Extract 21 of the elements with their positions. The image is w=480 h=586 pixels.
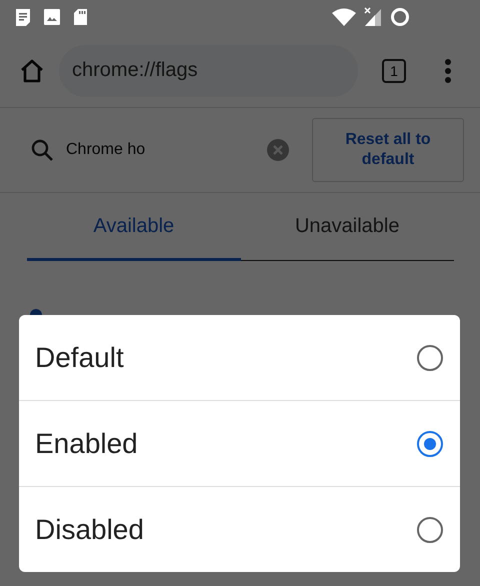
tab-switcher-button[interactable]: 1	[382, 58, 406, 82]
option-row[interactable]: Enabled	[19, 400, 460, 486]
address-bar[interactable]: chrome://flags	[59, 44, 358, 96]
image-icon	[43, 8, 61, 26]
radio-button[interactable]	[417, 516, 443, 542]
tab[interactable]: Available	[27, 205, 240, 261]
option-row[interactable]: Disabled	[19, 486, 460, 572]
wifi-icon	[332, 8, 356, 26]
more-menu-icon[interactable]	[444, 58, 452, 84]
battery-ring-icon	[390, 7, 410, 27]
signal-icon	[364, 7, 382, 27]
home-icon[interactable]	[19, 58, 45, 84]
tab[interactable]: Unavailable	[240, 205, 454, 261]
sd-card-icon	[73, 8, 88, 26]
document-icon	[15, 8, 31, 26]
reset-button[interactable]: Reset all to default	[312, 118, 464, 182]
radio-button[interactable]	[417, 430, 443, 456]
search-icon	[30, 138, 54, 162]
radio-button[interactable]	[417, 344, 443, 370]
option-row[interactable]: Default	[19, 315, 460, 400]
search-field[interactable]: Chrome ho	[30, 138, 290, 162]
